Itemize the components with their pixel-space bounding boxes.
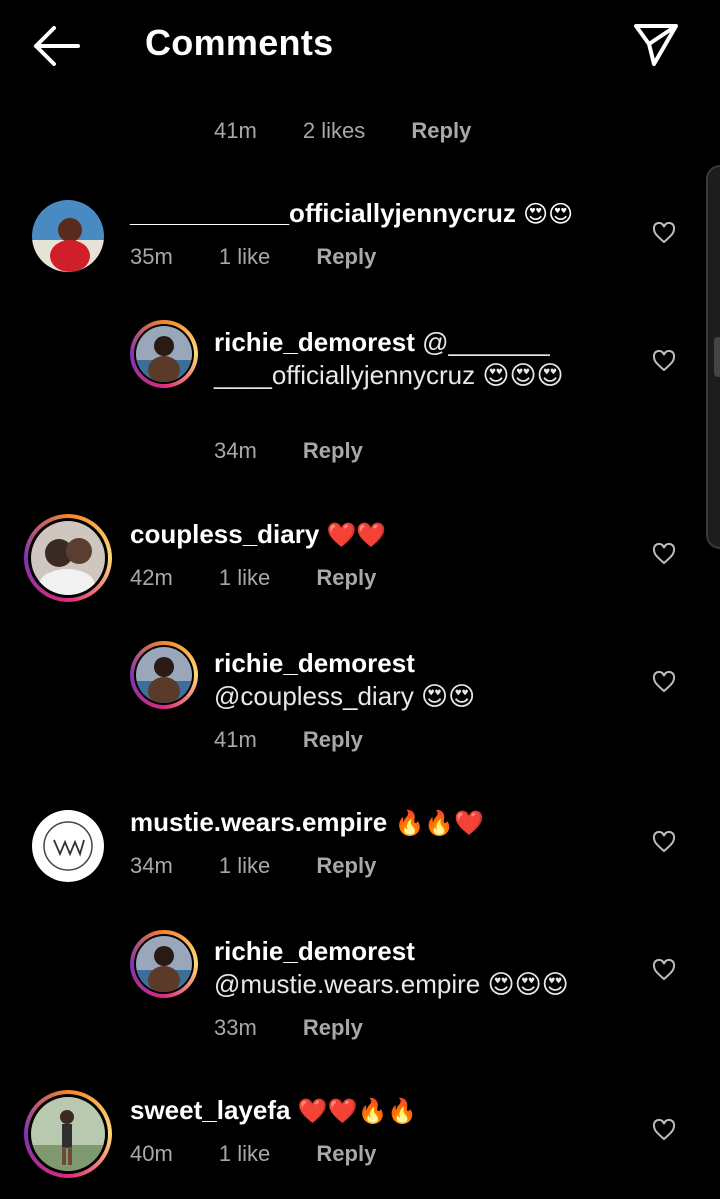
avatar-story-ring[interactable] [130,320,198,388]
comment-username[interactable]: richie_demorest [214,936,415,966]
reply-button[interactable]: Reply [303,438,363,463]
comment-likes[interactable]: 2 likes [303,118,365,143]
scroll-handle[interactable] [706,165,720,549]
comment-likes[interactable]: 1 like [219,1141,270,1166]
like-heart-icon[interactable] [652,350,676,372]
top-bar: Comments [0,0,720,90]
comment-meta: 41m Reply [214,727,403,753]
comment-text: richie_demorest @___________officiallyje… [214,326,564,392]
back-arrow-icon[interactable] [30,24,82,68]
partial-comment-meta: 41m 2 likes Reply [214,118,511,144]
avatar-story-ring[interactable] [130,641,198,709]
comment-likes[interactable]: 1 like [219,565,270,590]
comment-meta: 35m 1 like Reply [130,244,416,270]
comment-time: 35m [130,244,173,269]
scroll-thumb[interactable] [714,337,720,377]
comment-username[interactable]: sweet_layefa [130,1095,290,1125]
comment-time: 41m [214,727,257,752]
comment-text: sweet_layefa ❤️❤️🔥🔥 [130,1094,630,1128]
reply-button[interactable]: Reply [316,1141,376,1166]
reply-button[interactable]: Reply [316,565,376,590]
comment-likes[interactable]: 1 like [219,244,270,269]
comment-username[interactable]: mustie.wears.empire [130,807,387,837]
comment-text: richie_demorest @coupless_diary 😍😍 [214,647,594,713]
comment-body: 😍😍 [523,201,574,228]
like-heart-icon[interactable] [652,831,676,853]
reply-button[interactable]: Reply [316,244,376,269]
comment-text: richie_demorest @mustie.wears.empire 😍😍😍 [214,935,634,1001]
comment-text: coupless_diary ❤️❤️ [130,518,630,552]
comment-text: ___________officiallyjennycruz 😍😍 [130,197,630,231]
like-heart-icon[interactable] [652,543,676,565]
send-icon[interactable] [630,20,682,68]
comment-body: 🔥🔥❤️ [394,810,485,837]
comment-time: 42m [130,565,173,590]
like-heart-icon[interactable] [652,222,676,244]
comment-meta: 34m 1 like Reply [130,853,416,879]
comment-username[interactable]: richie_demorest [214,648,415,678]
comment-username[interactable]: richie_demorest [214,327,415,357]
like-heart-icon[interactable] [652,959,676,981]
comment-meta: 33m Reply [214,1015,403,1041]
avatar-story-ring[interactable] [24,1090,112,1178]
comment-time: 41m [214,118,257,143]
page-title: Comments [145,22,334,63]
reply-button[interactable]: Reply [316,853,376,878]
comment-likes[interactable]: 1 like [219,853,270,878]
like-heart-icon[interactable] [652,671,676,693]
comment-meta: 40m 1 like Reply [130,1141,416,1167]
comment-time: 34m [214,438,257,463]
comment-meta: 42m 1 like Reply [130,565,416,591]
comment-time: 40m [130,1141,173,1166]
avatar[interactable] [32,200,104,272]
comment-username[interactable]: coupless_diary [130,519,319,549]
comment-body: @coupless_diary 😍😍 [214,681,476,711]
comment-text: mustie.wears.empire 🔥🔥❤️ [130,806,630,840]
avatar-story-ring[interactable] [130,930,198,998]
comment-time: 33m [214,1015,257,1040]
like-heart-icon[interactable] [652,1119,676,1141]
comment-body: ❤️❤️ [326,522,387,549]
comment-body: ❤️❤️🔥🔥 [297,1098,418,1125]
comment-username[interactable]: ___________officiallyjennycruz [130,198,516,228]
reply-button[interactable]: Reply [303,727,363,752]
reply-button[interactable]: Reply [411,118,471,143]
comment-body: @mustie.wears.empire 😍😍😍 [214,969,569,999]
avatar-story-ring[interactable] [24,514,112,602]
reply-button[interactable]: Reply [303,1015,363,1040]
comment-meta: 34m Reply [214,438,403,464]
avatar[interactable] [32,810,104,882]
comment-time: 34m [130,853,173,878]
